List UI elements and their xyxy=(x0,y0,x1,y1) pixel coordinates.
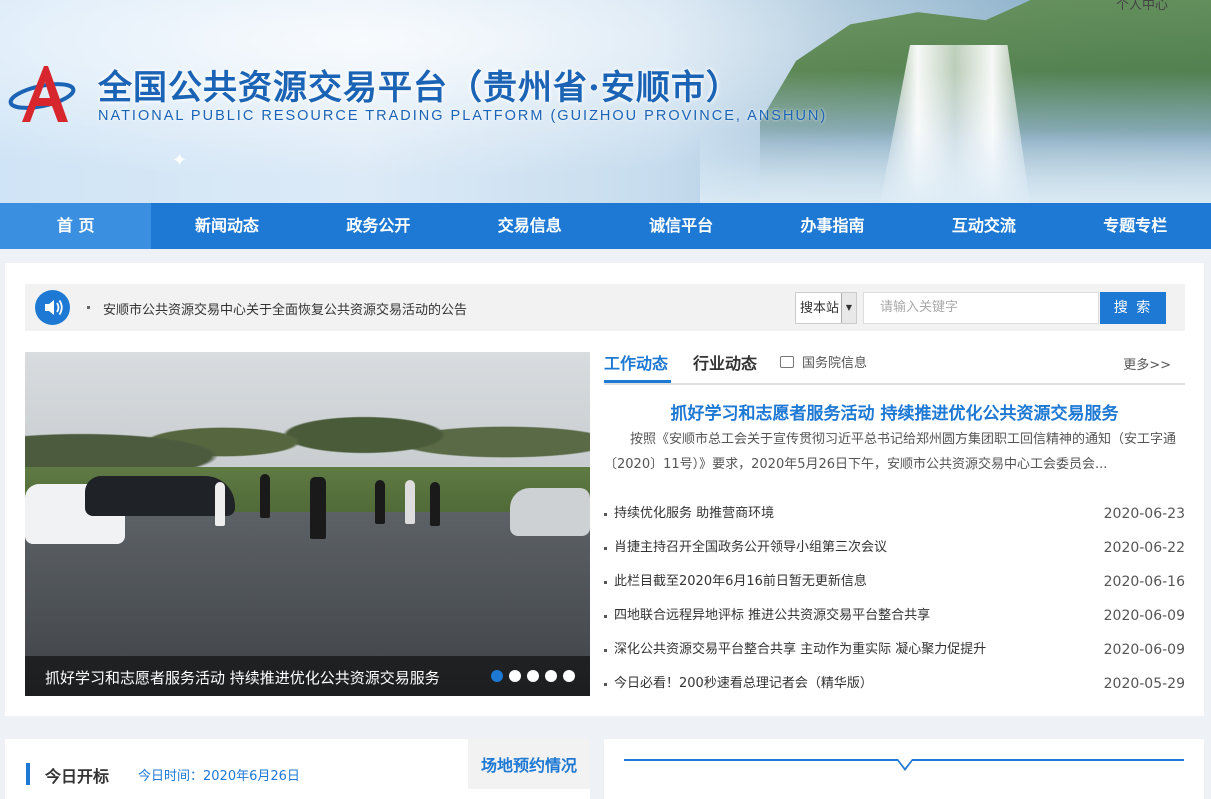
main-nav: 首 页 新闻动态 政务公开 交易信息 诚信平台 办事指南 互动交流 专题专栏 xyxy=(0,203,1211,249)
bullet-icon xyxy=(604,649,607,652)
speaker-icon xyxy=(35,290,70,325)
message-icon xyxy=(780,356,794,368)
header-banner: ✦ 全国公共资源交易平台（贵州省·安顺市） NATIONAL PUBLIC RE… xyxy=(0,0,1211,203)
nav-item-service-guide[interactable]: 办事指南 xyxy=(757,203,908,249)
notice-link[interactable]: 安顺市公共资源交易中心关于全面恢复公共资源交易活动的公告 xyxy=(103,299,467,318)
banner-mist xyxy=(700,130,1211,203)
news-date: 2020-05-29 xyxy=(1103,676,1185,692)
tab-industry-news[interactable]: 行业动态 xyxy=(693,350,757,374)
news-date: 2020-06-09 xyxy=(1103,642,1185,658)
slide-photo-person xyxy=(430,482,440,526)
site-title: 全国公共资源交易平台（贵州省·安顺市） xyxy=(98,68,741,108)
list-item[interactable]: 深化公共资源交易平台整合共享 主动作为重实际 凝心聚力促提升 2020-06-0… xyxy=(604,637,1185,671)
tab-state-council[interactable]: 国务院信息 xyxy=(780,352,867,371)
list-item[interactable]: 今日必看！200秒速看总理记者会（精华版） 2020-05-29 xyxy=(604,671,1185,705)
list-item[interactable]: 四地联合远程异地评标 推进公共资源交易平台整合共享 2020-06-09 xyxy=(604,603,1185,637)
slide-caption-bar: 抓好学习和志愿者服务活动 持续推进优化公共资源交易服务 xyxy=(25,656,590,696)
site-title-english: NATIONAL PUBLIC RESOURCE TRADING PLATFOR… xyxy=(98,108,828,124)
headline-summary: 按照《安顺市总工会关于宣传贯彻习近平总书记给郑州圆方集团职工回信精神的通知（安工… xyxy=(604,432,1177,472)
news-list: 持续优化服务 助推营商环境 2020-06-23 肖捷主持召开全国政务公开领导小… xyxy=(604,501,1185,705)
news-tabs: 工作动态 行业动态 国务院信息 更多>> xyxy=(604,348,1185,385)
news-date: 2020-06-09 xyxy=(1103,608,1185,624)
today-bidding-panel: 今日开标 今日时间：2020年6月26日 场地预约情况 xyxy=(5,739,590,799)
slide-photo-person xyxy=(215,482,225,526)
bullet-icon xyxy=(604,513,607,516)
news-slideshow[interactable]: 抓好学习和志愿者服务活动 持续推进优化公共资源交易服务 xyxy=(25,352,590,696)
list-item[interactable]: 此栏目截至2020年6月16前日暂无更新信息 2020-06-16 xyxy=(604,569,1185,603)
bullet-icon xyxy=(604,581,607,584)
list-item[interactable]: 持续优化服务 助推营商环境 2020-06-23 xyxy=(604,501,1185,535)
slide-photo-person xyxy=(260,474,270,518)
notice-bullet xyxy=(87,306,90,309)
slide-photo-person xyxy=(310,477,326,539)
slide-dot[interactable] xyxy=(545,670,557,682)
slide-photo-car xyxy=(85,476,235,516)
slide-photo-person xyxy=(375,480,385,524)
slide-dot[interactable] xyxy=(491,670,503,682)
search-button[interactable]: 搜 索 xyxy=(1100,292,1166,324)
tab-work-news[interactable]: 工作动态 xyxy=(604,350,668,374)
bullet-icon xyxy=(604,683,607,686)
chevron-down-icon[interactable]: ▼ xyxy=(841,293,856,323)
right-bottom-panel xyxy=(604,739,1204,799)
slide-dot[interactable] xyxy=(563,670,575,682)
tab-active-indicator xyxy=(604,380,671,383)
slide-pagination xyxy=(491,670,575,682)
news-title[interactable]: 此栏目截至2020年6月16前日暂无更新信息 xyxy=(614,569,867,595)
more-link[interactable]: 更多>> xyxy=(1123,354,1171,373)
headline-link[interactable]: 抓好学习和志愿者服务活动 持续推进优化公共资源交易服务 xyxy=(604,399,1185,424)
nav-item-government-affairs[interactable]: 政务公开 xyxy=(303,203,454,249)
news-title[interactable]: 今日必看！200秒速看总理记者会（精华版） xyxy=(614,671,873,697)
search-scope-select[interactable]: 搜本站 ▼ xyxy=(795,292,857,324)
nav-item-special-topics[interactable]: 专题专栏 xyxy=(1060,203,1211,249)
slide-caption[interactable]: 抓好学习和志愿者服务活动 持续推进优化公共资源交易服务 xyxy=(45,667,440,688)
list-item[interactable]: 肖捷主持召开全国政务公开领导小组第三次会议 2020-06-22 xyxy=(604,535,1185,569)
news-title[interactable]: 肖捷主持召开全国政务公开领导小组第三次会议 xyxy=(614,535,887,561)
news-date: 2020-06-16 xyxy=(1103,574,1185,590)
logo-icon[interactable] xyxy=(8,62,80,126)
divider-notch-inner xyxy=(898,759,912,768)
main-panel: 安顺市公共资源交易中心关于全面恢复公共资源交易活动的公告 搜本站 ▼ 请输入关键… xyxy=(5,263,1204,716)
news-title[interactable]: 四地联合远程异地评标 推进公共资源交易平台整合共享 xyxy=(614,603,930,629)
nav-item-interaction[interactable]: 互动交流 xyxy=(908,203,1059,249)
bullet-icon xyxy=(604,615,607,618)
slide-dot[interactable] xyxy=(527,670,539,682)
nav-item-credit-platform[interactable]: 诚信平台 xyxy=(606,203,757,249)
search-box: 搜本站 ▼ 请输入关键字 搜 索 xyxy=(795,292,1167,324)
nav-item-home[interactable]: 首 页 xyxy=(0,203,152,249)
tab-venue-booking[interactable]: 场地预约情况 xyxy=(468,739,590,789)
today-date: 今日时间：2020年6月26日 xyxy=(138,769,300,784)
notice-bar: 安顺市公共资源交易中心关于全面恢复公共资源交易活动的公告 搜本站 ▼ 请输入关键… xyxy=(25,284,1185,331)
search-scope-value: 搜本站 xyxy=(800,301,840,316)
section-marker xyxy=(26,763,30,785)
news-date: 2020-06-22 xyxy=(1103,540,1185,556)
tab-state-council-label: 国务院信息 xyxy=(802,356,868,371)
slide-photo-car xyxy=(510,488,590,536)
nav-item-trading-info[interactable]: 交易信息 xyxy=(454,203,605,249)
bullet-icon xyxy=(604,547,607,550)
personal-center-link[interactable]: 个人中心 xyxy=(1116,0,1168,13)
slide-photo-person xyxy=(405,480,415,524)
nav-item-news[interactable]: 新闻动态 xyxy=(151,203,302,249)
bird-icon: ✦ xyxy=(172,150,188,171)
news-title[interactable]: 持续优化服务 助推营商环境 xyxy=(614,501,774,527)
search-input[interactable]: 请输入关键字 xyxy=(863,292,1099,324)
today-bidding-title: 今日开标 xyxy=(45,767,110,786)
slide-dot[interactable] xyxy=(509,670,521,682)
news-title[interactable]: 深化公共资源交易平台整合共享 主动作为重实际 凝心聚力促提升 xyxy=(614,637,986,663)
news-date: 2020-06-23 xyxy=(1103,506,1185,522)
